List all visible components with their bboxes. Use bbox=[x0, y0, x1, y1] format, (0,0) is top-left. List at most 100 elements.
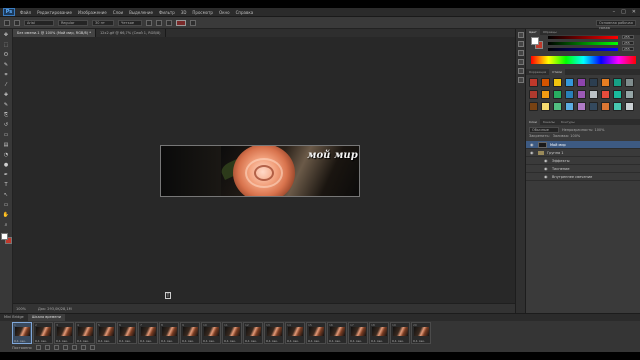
style-swatch[interactable] bbox=[553, 102, 562, 111]
play-icon[interactable] bbox=[53, 345, 59, 350]
animation-frame[interactable]: 4 0,1 сек. bbox=[75, 322, 95, 344]
menu-select[interactable]: Выделение bbox=[126, 10, 156, 15]
healing-icon[interactable]: ✚ bbox=[2, 91, 11, 99]
frame-delay-select[interactable]: 0,1 сек. bbox=[203, 339, 215, 343]
menu-view[interactable]: Просмотр bbox=[189, 10, 216, 15]
loop-select[interactable]: Постоянно bbox=[12, 346, 32, 350]
align-right-icon[interactable] bbox=[166, 19, 172, 26]
style-swatch[interactable] bbox=[601, 78, 610, 87]
tab-adjustments[interactable]: Коррекция bbox=[526, 69, 549, 75]
layer-row[interactable]: ◉ Мой мир bbox=[526, 141, 640, 149]
frame-delay-select[interactable]: 0,1 сек. bbox=[182, 339, 194, 343]
warp-text-icon[interactable] bbox=[190, 19, 196, 26]
color-picker[interactable] bbox=[0, 233, 12, 244]
frame-delay-select[interactable]: 0,1 сек. bbox=[308, 339, 320, 343]
align-center-icon[interactable] bbox=[156, 19, 162, 26]
close-button[interactable]: ✕ bbox=[632, 9, 636, 15]
frame-delay-select[interactable]: 0,1 сек. bbox=[266, 339, 278, 343]
move-icon[interactable]: ✥ bbox=[2, 31, 11, 39]
menu-file[interactable]: Файл bbox=[17, 10, 34, 15]
menu-filter[interactable]: Фильтр bbox=[156, 10, 178, 15]
quick-select-icon[interactable]: ✎ bbox=[2, 61, 11, 69]
style-swatch[interactable] bbox=[613, 102, 622, 111]
eraser-icon[interactable]: ▭ bbox=[2, 131, 11, 139]
style-swatch[interactable] bbox=[589, 90, 598, 99]
dodge-icon[interactable]: ● bbox=[2, 161, 11, 169]
text-color-swatch[interactable] bbox=[176, 19, 186, 26]
animation-frame[interactable]: 5 0,1 сек. bbox=[96, 322, 116, 344]
red-value[interactable]: 255 bbox=[622, 35, 634, 39]
visibility-eye-icon[interactable]: ◉ bbox=[530, 142, 535, 147]
paragraph-icon[interactable] bbox=[517, 68, 524, 74]
fill-field[interactable]: Заливка: 100% bbox=[553, 134, 581, 138]
animation-frame[interactable]: 1 0,1 сек. bbox=[12, 322, 32, 344]
artwork-text[interactable]: мой мир bbox=[307, 150, 358, 161]
animation-frame[interactable]: 12 0,1 сек. bbox=[243, 322, 263, 344]
tab-styles[interactable]: Стили bbox=[549, 69, 565, 75]
green-value[interactable]: 255 bbox=[622, 41, 634, 45]
blue-slider[interactable] bbox=[548, 48, 618, 51]
brush-presets-icon[interactable] bbox=[517, 50, 524, 56]
tab-document-1[interactable]: Без имени-1 @ 100% (Мой мир, RGB/8) * bbox=[13, 29, 96, 37]
frame-delay-select[interactable]: 0,1 сек. bbox=[287, 339, 299, 343]
menu-3d[interactable]: 3D bbox=[178, 10, 190, 15]
frame-delay-select[interactable]: 0,1 сек. bbox=[224, 339, 236, 343]
frame-delay-select[interactable]: 0,1 сек. bbox=[413, 339, 425, 343]
style-swatch[interactable] bbox=[565, 90, 574, 99]
style-swatch[interactable] bbox=[577, 90, 586, 99]
style-swatch[interactable] bbox=[553, 90, 562, 99]
menu-edit[interactable]: Редактирование bbox=[34, 10, 75, 15]
prev-frame-icon[interactable] bbox=[44, 345, 50, 350]
actions-icon[interactable] bbox=[517, 41, 524, 47]
style-swatch[interactable] bbox=[577, 78, 586, 87]
align-left-icon[interactable] bbox=[146, 19, 152, 26]
green-slider[interactable] bbox=[548, 42, 618, 45]
panel-foreground-color[interactable] bbox=[531, 37, 539, 45]
tab-swatches[interactable]: Образцы bbox=[540, 29, 560, 35]
visibility-eye-icon[interactable]: ◉ bbox=[530, 150, 535, 155]
character-icon[interactable] bbox=[517, 59, 524, 65]
tab-channels[interactable]: Каналы bbox=[540, 119, 558, 125]
blue-value[interactable]: 255 bbox=[622, 47, 634, 51]
visibility-eye-icon[interactable]: ◉ bbox=[544, 158, 549, 163]
delete-frame-icon[interactable] bbox=[89, 345, 95, 350]
style-swatch[interactable] bbox=[541, 78, 550, 87]
frame-delay-select[interactable]: 0,1 сек. bbox=[119, 339, 131, 343]
info-icon[interactable] bbox=[517, 77, 524, 83]
zoom-icon[interactable]: ⌕ bbox=[2, 221, 11, 229]
tab-document-2[interactable]: 12x2.gif @ 66,7% (Слой 1, RGB/8) bbox=[96, 29, 166, 37]
visibility-eye-icon[interactable]: ◉ bbox=[544, 166, 549, 171]
tab-timeline[interactable]: Шкала времени bbox=[27, 314, 66, 321]
visibility-eye-icon[interactable]: ◉ bbox=[544, 174, 549, 179]
hand-icon[interactable]: ✋ bbox=[2, 211, 11, 219]
font-style-select[interactable]: Regular bbox=[58, 19, 88, 26]
first-frame-icon[interactable] bbox=[35, 345, 41, 350]
foreground-color[interactable] bbox=[0, 233, 8, 240]
animation-frame[interactable]: 20 0,1 сек. bbox=[411, 322, 431, 344]
style-swatch[interactable] bbox=[565, 78, 574, 87]
layer-row[interactable]: ◉ Внутреннее свечение bbox=[526, 173, 640, 181]
style-swatch[interactable] bbox=[625, 78, 634, 87]
animation-frame[interactable]: 7 0,1 сек. bbox=[138, 322, 158, 344]
canvas-area[interactable]: мой мир T bbox=[13, 37, 515, 303]
frame-delay-select[interactable]: 0,1 сек. bbox=[77, 339, 89, 343]
eyedropper-icon[interactable]: ⁄ bbox=[2, 81, 11, 89]
style-swatch[interactable] bbox=[529, 78, 538, 87]
artwork-image[interactable]: мой мир bbox=[160, 145, 360, 197]
frame-delay-select[interactable]: 0,1 сек. bbox=[140, 339, 152, 343]
style-swatch[interactable] bbox=[625, 90, 634, 99]
style-swatch[interactable] bbox=[601, 90, 610, 99]
animation-frame[interactable]: 9 0,1 сек. bbox=[180, 322, 200, 344]
animation-frame[interactable]: 10 0,1 сек. bbox=[201, 322, 221, 344]
next-frame-icon[interactable] bbox=[62, 345, 68, 350]
animation-frame[interactable]: 8 0,1 сек. bbox=[159, 322, 179, 344]
style-swatch[interactable] bbox=[529, 102, 538, 111]
opacity-field[interactable]: Непрозрачность: 100% bbox=[562, 128, 605, 132]
style-swatch[interactable] bbox=[553, 78, 562, 87]
menu-help[interactable]: Справка bbox=[233, 10, 257, 15]
frame-delay-select[interactable]: 0,1 сек. bbox=[14, 339, 26, 343]
style-swatch[interactable] bbox=[589, 78, 598, 87]
animation-frame[interactable]: 6 0,1 сек. bbox=[117, 322, 137, 344]
frame-delay-select[interactable]: 0,1 сек. bbox=[35, 339, 47, 343]
frame-delay-select[interactable]: 0,1 сек. bbox=[371, 339, 383, 343]
